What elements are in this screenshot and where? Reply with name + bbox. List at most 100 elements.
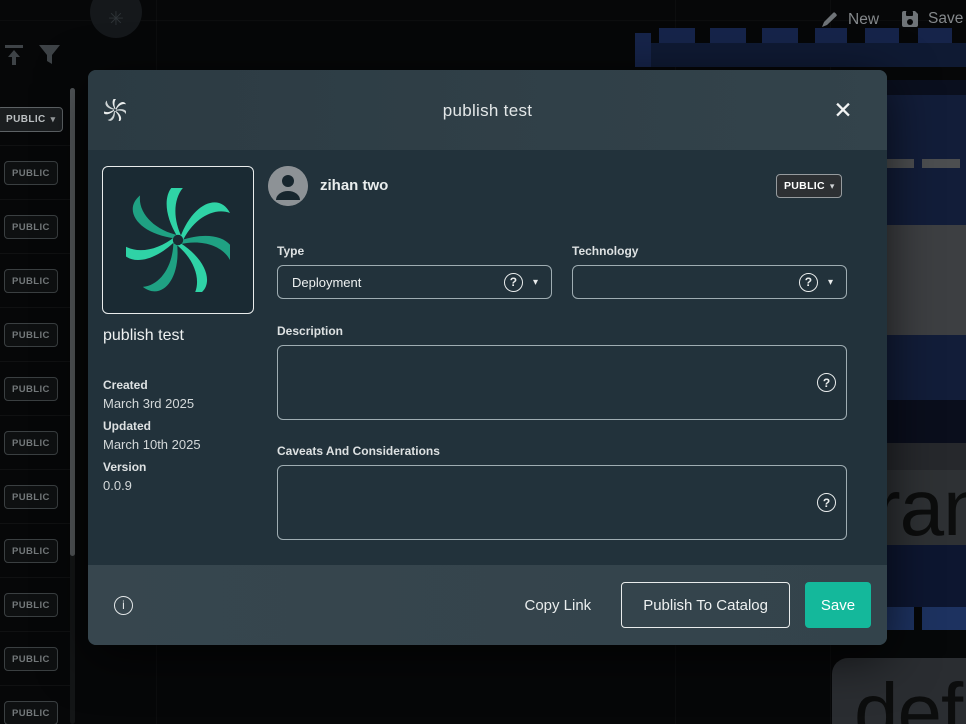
new-button[interactable]: New	[820, 10, 879, 29]
sidebar-card-list: PUBLIC ▾ PUBLICPUBLICPUBLICPUBLICPUBLICP…	[0, 92, 70, 724]
bg-panel	[880, 225, 966, 335]
caveats-label: Caveats And Considerations	[277, 444, 440, 458]
publish-dialog: publish test ✕ publish test Created Marc…	[88, 70, 887, 645]
chart-block	[815, 28, 847, 43]
visibility-dropdown-label: PUBLIC	[6, 114, 46, 125]
bg-card-title: defa	[854, 666, 966, 724]
info-icon[interactable]: i	[114, 596, 133, 615]
sidebar-row: PUBLIC	[0, 416, 70, 470]
sidebar-row: PUBLIC	[0, 308, 70, 362]
type-select[interactable]: Deployment ? ▾	[277, 265, 552, 299]
save-diagram-button[interactable]: Save	[901, 10, 963, 28]
technology-select[interactable]: ? ▾	[572, 265, 847, 299]
asset-thumbnail	[102, 166, 254, 314]
public-badge: PUBLIC	[4, 485, 58, 509]
app-root: ✳ PUBLIC ▾ PUBLICPUBLICPUBLICPUBLICPUBLI…	[0, 0, 966, 724]
public-badge: PUBLIC	[4, 215, 58, 239]
sidebar-row: PUBLIC	[0, 632, 70, 686]
description-label: Description	[277, 324, 343, 338]
chevron-down-icon: ▾	[830, 181, 835, 192]
asterisk-icon: ✳	[108, 10, 124, 29]
publish-to-catalog-button[interactable]: Publish To Catalog	[621, 582, 790, 628]
asset-metadata: Created March 3rd 2025 Updated March 10t…	[103, 370, 263, 499]
bg-panel	[880, 335, 966, 400]
chart-block	[884, 607, 914, 630]
help-icon[interactable]: ?	[799, 273, 818, 292]
visibility-dropdown[interactable]: PUBLIC ▾	[776, 174, 842, 198]
public-badge: PUBLIC	[4, 323, 58, 347]
bg-panel	[880, 80, 966, 95]
chevron-down-icon: ▾	[51, 114, 56, 125]
save-button[interactable]: Save	[805, 582, 871, 628]
save-diagram-button-label: Save	[928, 10, 963, 28]
public-badge: PUBLIC	[4, 701, 58, 724]
close-icon[interactable]: ✕	[829, 96, 857, 124]
asset-name: publish test	[103, 327, 184, 345]
asset-logo-icon	[126, 188, 230, 292]
chart-block	[922, 607, 966, 630]
sidebar-row: PUBLIC	[0, 686, 70, 724]
bg-card: ran	[878, 470, 966, 545]
visibility-dropdown-sidebar[interactable]: PUBLIC ▾	[0, 107, 63, 132]
version-label: Version	[103, 460, 263, 474]
sidebar-row: PUBLIC	[0, 578, 70, 632]
filter-icon[interactable]	[38, 44, 61, 66]
chevron-down-icon: ▾	[828, 277, 833, 288]
updated-value: March 10th 2025	[103, 437, 263, 452]
updated-label: Updated	[103, 419, 263, 433]
help-icon[interactable]: ?	[504, 273, 523, 292]
sidebar-row: PUBLIC	[0, 524, 70, 578]
caveats-field-wrap: ?	[277, 465, 847, 540]
public-badge: PUBLIC	[4, 377, 58, 401]
bg-text-bar	[884, 159, 914, 168]
sidebar-row: PUBLIC	[0, 470, 70, 524]
chart-band	[651, 43, 966, 67]
technology-label: Technology	[572, 244, 638, 258]
created-value: March 3rd 2025	[103, 396, 263, 411]
public-badge: PUBLIC	[4, 647, 58, 671]
person-icon	[268, 166, 308, 206]
type-value: Deployment	[292, 275, 504, 290]
bg-panel	[880, 400, 966, 443]
bg-panel	[880, 443, 966, 470]
new-button-label: New	[848, 11, 879, 29]
created-label: Created	[103, 378, 263, 392]
version-value: 0.0.9	[103, 478, 263, 493]
canvas-node-button[interactable]: ✳	[90, 0, 142, 38]
type-label: Type	[277, 244, 304, 258]
sidebar-row: PUBLIC ▾	[0, 92, 70, 146]
bg-panel	[880, 630, 966, 658]
chart-block	[865, 28, 899, 43]
public-badge: PUBLIC	[4, 431, 58, 455]
bg-card: defa	[832, 658, 966, 724]
chart-block	[635, 33, 651, 67]
dialog-footer: i Copy Link Publish To Catalog Save	[88, 565, 887, 645]
bg-panel	[880, 545, 966, 607]
sidebar-scrollbar-thumb[interactable]	[70, 88, 75, 556]
sidebar-row: PUBLIC	[0, 362, 70, 416]
chart-block	[762, 28, 798, 43]
public-badge: PUBLIC	[4, 593, 58, 617]
description-input[interactable]	[277, 345, 847, 420]
import-icon[interactable]	[4, 44, 24, 66]
sidebar-row: PUBLIC	[0, 200, 70, 254]
help-icon[interactable]: ?	[817, 373, 836, 392]
chart-block	[710, 28, 746, 43]
copy-link-button[interactable]: Copy Link	[524, 597, 591, 614]
owner-name: zihan two	[320, 177, 388, 194]
bg-text-bar	[922, 159, 960, 168]
visibility-value: PUBLIC	[784, 180, 825, 192]
chart-block	[659, 28, 695, 43]
avatar	[268, 166, 308, 206]
public-badge: PUBLIC	[4, 269, 58, 293]
help-icon[interactable]: ?	[817, 493, 836, 512]
caveats-input[interactable]	[277, 465, 847, 540]
public-badge: PUBLIC	[4, 161, 58, 185]
chart-block	[918, 28, 952, 43]
floppy-disk-icon	[901, 10, 919, 28]
dialog-title: publish test	[88, 101, 887, 121]
bg-card-title: ran	[878, 470, 966, 545]
sidebar-row: PUBLIC	[0, 146, 70, 200]
description-field-wrap: ?	[277, 345, 847, 420]
sidebar-row: PUBLIC	[0, 254, 70, 308]
